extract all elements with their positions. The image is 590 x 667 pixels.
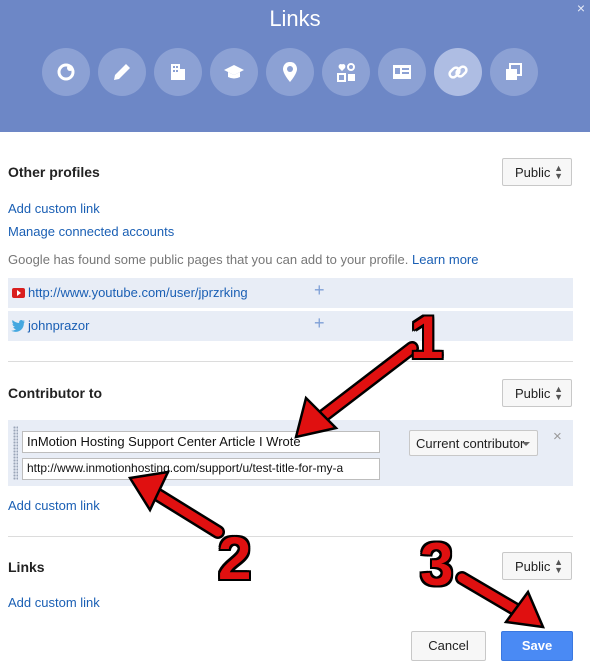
note-text: Google has found some public pages that … bbox=[8, 252, 409, 267]
links-visibility-select[interactable]: Public ▲ ▼ bbox=[502, 552, 572, 580]
contributor-to-heading: Contributor to bbox=[8, 385, 103, 401]
dialog-header: Links × bbox=[0, 0, 590, 132]
role-label: Current contributor bbox=[416, 436, 525, 451]
suggestion-note: Google has found some public pages that … bbox=[8, 252, 478, 267]
other-profiles-visibility-select[interactable]: Public ▲ ▼ bbox=[502, 158, 572, 186]
save-button[interactable]: Save bbox=[501, 631, 573, 661]
visibility-label: Public bbox=[515, 559, 551, 574]
up-down-arrows-icon: ▲ ▼ bbox=[554, 557, 563, 575]
annotation-arrow-1 bbox=[313, 343, 417, 425]
annotation-number-3: 3 bbox=[420, 531, 454, 598]
visibility-label: Public bbox=[515, 165, 551, 180]
contributor-role-select[interactable]: Current contributor bbox=[409, 430, 538, 456]
learn-more-link[interactable]: Learn more bbox=[412, 252, 478, 267]
suggested-link-text[interactable]: johnprazor bbox=[28, 318, 89, 333]
relationship-icon[interactable] bbox=[322, 48, 370, 96]
twitter-icon bbox=[11, 320, 26, 332]
suggested-link-row[interactable]: johnprazor + bbox=[8, 311, 573, 341]
up-down-arrows-icon: ▲ ▼ bbox=[554, 163, 563, 181]
other-profiles-icon[interactable] bbox=[490, 48, 538, 96]
suggested-link-row[interactable]: http://www.youtube.com/user/jprzrking + bbox=[8, 278, 573, 308]
suggested-link-text[interactable]: http://www.youtube.com/user/jprzrking bbox=[28, 285, 248, 300]
section-divider bbox=[8, 361, 573, 362]
other-profiles-heading: Other profiles bbox=[8, 164, 100, 180]
links-heading: Links bbox=[8, 559, 45, 575]
visibility-label: Public bbox=[515, 386, 551, 401]
manage-connected-accounts-link[interactable]: Manage connected accounts bbox=[8, 224, 174, 239]
building-icon[interactable] bbox=[154, 48, 202, 96]
link-icon[interactable] bbox=[434, 48, 482, 96]
contributor-visibility-select[interactable]: Public ▲ ▼ bbox=[502, 379, 572, 407]
add-suggestion-plus-icon[interactable]: + bbox=[314, 280, 325, 301]
arrowhead-3 bbox=[503, 589, 546, 629]
add-custom-link-contributor[interactable]: Add custom link bbox=[8, 498, 100, 513]
contact-card-icon[interactable] bbox=[378, 48, 426, 96]
dialog-title: Links bbox=[269, 6, 321, 31]
profile-circle-icon[interactable] bbox=[42, 48, 90, 96]
annotation-arrow-2 bbox=[145, 485, 223, 537]
youtube-icon bbox=[12, 288, 25, 298]
dropdown-arrow-icon bbox=[522, 442, 530, 446]
add-custom-link-links[interactable]: Add custom link bbox=[8, 595, 100, 610]
remove-entry-icon[interactable]: × bbox=[553, 428, 562, 445]
pencil-icon[interactable] bbox=[98, 48, 146, 96]
link-title-input[interactable]: InMotion Hosting Support Center Article … bbox=[22, 431, 380, 453]
annotation-number-2: 2 bbox=[218, 525, 252, 592]
section-icon-bar bbox=[42, 48, 546, 96]
annotation-arrow-3 bbox=[457, 573, 530, 620]
annotation-number-1: 1 bbox=[410, 304, 444, 371]
up-down-arrows-icon: ▲ ▼ bbox=[554, 384, 563, 402]
add-custom-link-other-profiles[interactable]: Add custom link bbox=[8, 201, 100, 216]
contributor-entry: InMotion Hosting Support Center Article … bbox=[8, 420, 573, 486]
location-pin-icon[interactable] bbox=[266, 48, 314, 96]
link-url-input[interactable]: http://www.inmotionhosting.com/support/u… bbox=[22, 458, 380, 480]
drag-handle-icon[interactable] bbox=[13, 426, 18, 480]
add-suggestion-plus-icon[interactable]: + bbox=[314, 313, 325, 334]
cancel-button[interactable]: Cancel bbox=[411, 631, 486, 661]
graduation-cap-icon[interactable] bbox=[210, 48, 258, 96]
section-divider bbox=[8, 536, 573, 537]
close-icon[interactable]: × bbox=[577, 0, 585, 16]
